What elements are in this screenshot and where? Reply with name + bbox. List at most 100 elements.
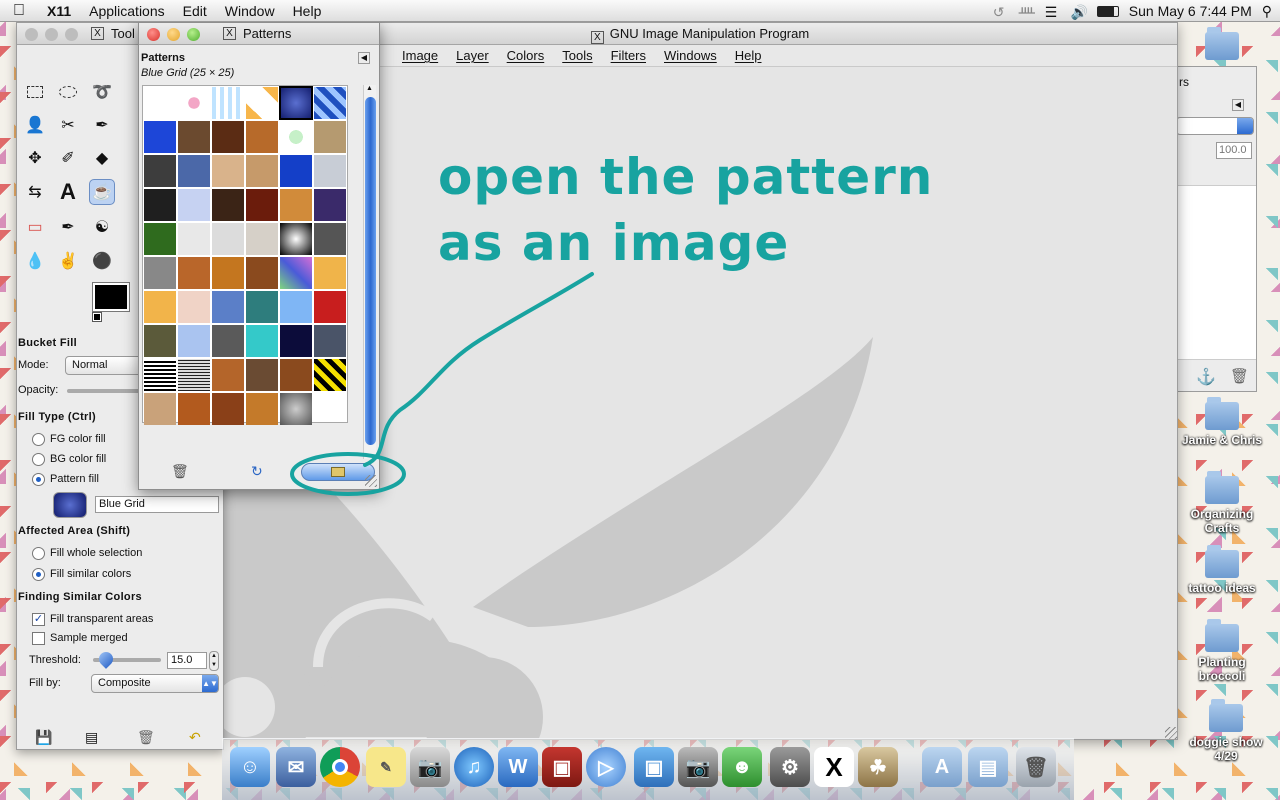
mail-dock-icon[interactable]: ✉ [276, 747, 316, 787]
bg-color-fill-radio[interactable] [32, 453, 45, 466]
menubar-clock[interactable]: Sun May 6 7:44 PM [1129, 3, 1252, 19]
close-button-inactive[interactable] [25, 28, 38, 41]
reset-colors-icon[interactable] [92, 312, 102, 322]
pattern-swatch[interactable] [178, 393, 210, 425]
refresh-patterns-icon[interactable]: ↻ [251, 463, 263, 480]
flip-tool-icon[interactable]: ⇆ [22, 179, 48, 205]
restore-options-icon[interactable]: ▤ [85, 729, 98, 746]
keynote-dock-icon[interactable]: ▣ [542, 747, 582, 787]
mode-select[interactable]: Normal [65, 356, 145, 375]
desktop-folder-planting-broccoli[interactable]: Planting broccoli [1180, 619, 1264, 683]
eraser-tool-icon[interactable]: ▭ [22, 214, 48, 240]
pattern-swatch[interactable] [144, 189, 176, 221]
pattern-swatch[interactable] [246, 87, 278, 119]
bucket-fill-tool-icon[interactable]: ☕ [89, 179, 115, 205]
pattern-swatch[interactable] [144, 393, 176, 425]
bluetooth-icon[interactable]: ᚉ [1019, 4, 1035, 20]
minimize-button-inactive[interactable] [45, 28, 58, 41]
menu-help[interactable]: Help [284, 3, 331, 19]
desktop-folder[interactable] [1180, 27, 1264, 60]
menu-layer[interactable]: Layer [447, 48, 498, 63]
pattern-swatch[interactable] [314, 189, 346, 221]
threshold-stepper[interactable]: ▲ ▼ [209, 651, 219, 671]
menu-tools[interactable]: Tools [553, 48, 601, 63]
pattern-swatch[interactable] [212, 189, 244, 221]
patterns-titlebar[interactable]: X Patterns [139, 23, 379, 45]
color-picker-icon[interactable]: ✒ [89, 112, 115, 138]
apple-menu-icon[interactable]:  [0, 2, 38, 20]
opacity-slider[interactable] [67, 389, 147, 393]
pattern-swatch[interactable] [280, 155, 312, 187]
fill-transparent-checkbox[interactable]: ✓ [32, 613, 45, 626]
menu-colors[interactable]: Colors [498, 48, 554, 63]
timemachine-icon[interactable]: ↺ [993, 4, 1009, 20]
pattern-swatch[interactable] [178, 359, 210, 391]
lasso-select-icon[interactable]: ➰ [89, 79, 115, 105]
menu-image[interactable]: Image [393, 48, 447, 63]
panel-menu-arrow-icon[interactable]: ◀ [358, 52, 370, 64]
pattern-name-field[interactable]: Blue Grid [95, 496, 219, 513]
pattern-swatch[interactable] [178, 155, 210, 187]
system-preferences-dock-icon[interactable]: ⚙ [770, 747, 810, 787]
resize-grip[interactable] [1165, 727, 1177, 739]
menu-edit[interactable]: Edit [174, 3, 216, 19]
itunes-dock-icon[interactable]: ♫ [454, 747, 494, 787]
pattern-swatch[interactable] [178, 223, 210, 255]
pattern-swatch[interactable] [212, 291, 244, 323]
pattern-fill-radio[interactable] [32, 473, 45, 486]
facetime-dock-icon[interactable]: ▷ [586, 747, 626, 787]
dock-layer-list[interactable] [1176, 185, 1256, 360]
pattern-swatch[interactable] [212, 393, 244, 425]
battery-icon[interactable] [1096, 5, 1119, 17]
applications-folder-dock-icon[interactable]: A [922, 747, 962, 787]
stickies-dock-icon[interactable]: ✎ [366, 747, 406, 787]
pattern-swatch[interactable] [144, 87, 176, 119]
menu-window[interactable]: Window [216, 3, 284, 19]
pattern-swatch[interactable] [279, 86, 313, 120]
x11-dock-icon[interactable]: X [814, 747, 854, 787]
fill-by-select[interactable]: Composite ▲▼ [91, 674, 219, 693]
ellipse-select-icon[interactable] [55, 79, 81, 105]
transform-tool-icon[interactable]: ◆ [89, 145, 115, 171]
finder-dock-icon[interactable]: ☺ [230, 747, 270, 787]
fg-color-fill-radio[interactable] [32, 433, 45, 446]
save-options-icon[interactable]: 💾 [35, 729, 52, 746]
pattern-swatch[interactable] [314, 223, 346, 255]
close-button[interactable] [147, 28, 160, 41]
volume-icon[interactable]: 🔊 [1071, 4, 1088, 20]
scroll-up-arrow[interactable]: ▲ [366, 85, 373, 92]
fuzzy-select-icon[interactable]: 👤 [22, 112, 48, 138]
pattern-swatch[interactable] [212, 155, 244, 187]
smudge-tool-icon[interactable]: ✌ [55, 248, 81, 274]
menu-filters[interactable]: Filters [602, 48, 655, 63]
pattern-swatch[interactable] [144, 359, 176, 391]
pattern-swatch[interactable] [144, 223, 176, 255]
threshold-slider[interactable] [93, 649, 161, 669]
text-tool-icon[interactable]: A [55, 179, 81, 205]
pattern-swatch[interactable] [212, 87, 244, 119]
delete-pattern-icon[interactable]: 🗑 [171, 463, 189, 480]
pattern-swatch[interactable] [280, 189, 312, 221]
dock-mode-select[interactable] [1176, 117, 1254, 135]
airbrush-tool-icon[interactable]: ✒ [55, 214, 81, 240]
pattern-swatch[interactable] [280, 223, 312, 255]
pattern-swatch[interactable] [246, 325, 278, 357]
pattern-swatch[interactable] [144, 155, 176, 187]
zoom-button-inactive[interactable] [65, 28, 78, 41]
pattern-swatch[interactable] [314, 121, 346, 153]
fg-color-swatch[interactable] [92, 282, 130, 312]
ichat-dock-icon[interactable]: ☻ [722, 747, 762, 787]
documents-folder-dock-icon[interactable]: ▤ [968, 747, 1008, 787]
menu-applications[interactable]: Applications [80, 3, 174, 19]
pattern-swatch[interactable] [212, 257, 244, 289]
dodge-tool-icon[interactable]: ⚫ [89, 248, 115, 274]
delete-options-icon[interactable]: 🗑 [137, 729, 155, 746]
wifi-icon[interactable]: ☰ [1045, 4, 1061, 20]
pattern-preview-button[interactable] [53, 492, 87, 518]
move-tool-icon[interactable]: ✥ [22, 145, 48, 171]
dock-opacity-field[interactable]: 100.0 [1216, 142, 1252, 159]
pattern-swatch[interactable] [178, 121, 210, 153]
desktop-folder-organizing-crafts[interactable]: Organizing Crafts [1180, 471, 1264, 535]
pattern-swatch[interactable] [246, 359, 278, 391]
fill-similar-colors-radio[interactable] [32, 568, 45, 581]
